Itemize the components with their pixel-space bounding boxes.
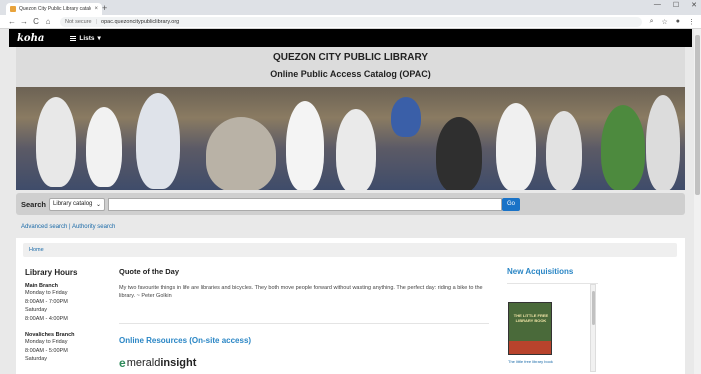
hours-line: Saturday xyxy=(25,307,48,313)
library-header: QUEZON CITY PUBLIC LIBRARY Online Public… xyxy=(16,47,685,87)
profile-avatar-icon[interactable]: ● xyxy=(676,18,680,26)
hours-line: 8:00AM - 5:00PM xyxy=(25,347,68,354)
new-acquisitions-title: New Acquisitions xyxy=(507,267,574,276)
emerald-insight-logo[interactable]: e merald insight xyxy=(119,356,196,370)
address-bar[interactable]: Not secure | opac.quezoncitypubliclibrar… xyxy=(60,16,642,27)
library-subtitle: Online Public Access Catalog (OPAC) xyxy=(270,69,431,79)
search-scope-select[interactable]: Library catalog ⌄ xyxy=(49,197,106,211)
main-content: Home Library Hours Main Branch Monday to… xyxy=(16,238,685,374)
online-resources-title: Online Resources (On-site access) xyxy=(119,336,252,345)
quote-title: Quote of the Day xyxy=(119,267,180,276)
search-label: Search xyxy=(21,199,47,209)
search-scope-value: Library catalog xyxy=(53,201,93,207)
koha-logo[interactable]: koha xyxy=(17,33,44,44)
carousel-scroll-thumb[interactable] xyxy=(592,291,595,325)
library-hours-panel: Library Hours Main Branch Monday to Frid… xyxy=(25,268,115,364)
url-text[interactable]: opac.quezoncitypubliclibrary.org xyxy=(101,19,179,25)
insight-word: insight xyxy=(160,357,197,369)
emerald-e-glyph: e xyxy=(119,356,126,370)
close-tab-icon[interactable]: × xyxy=(94,6,98,12)
hours-line: 8:00AM - 4:00PM xyxy=(25,315,68,322)
quote-text: My two favourite things in life are libr… xyxy=(119,285,483,299)
search-links: Advanced search | Authority search xyxy=(21,224,115,230)
not-secure-label[interactable]: Not secure xyxy=(65,19,92,25)
hours-line: Monday to Friday xyxy=(25,339,68,345)
tab-title: Quezon City Public Library catalo xyxy=(19,6,92,12)
browser-toolbar: ← → C ⌂ Not secure | opac.quezoncitypubl… xyxy=(0,15,701,29)
hours-line: Saturday xyxy=(25,356,48,362)
banner-photo xyxy=(16,87,685,190)
emerald-word: merald xyxy=(126,357,161,369)
toolbar-actions: ⌕ ☆ ● ⋮ xyxy=(650,18,695,26)
lists-menu[interactable]: Lists ▾ xyxy=(70,34,101,42)
menu-kebab-icon[interactable]: ⋮ xyxy=(688,18,695,26)
library-title: QUEZON CITY PUBLIC LIBRARY xyxy=(272,52,428,63)
hours-line: Monday to Friday xyxy=(25,290,68,296)
close-window-icon[interactable]: ✕ xyxy=(691,1,697,9)
breadcrumb: Home xyxy=(23,243,677,257)
home-icon[interactable]: ⌂ xyxy=(42,17,54,26)
maximize-icon[interactable]: ☐ xyxy=(673,1,679,9)
quote-of-the-day: Quote of the Day My two favourite things… xyxy=(119,267,497,300)
breadcrumb-home-link[interactable]: Home xyxy=(29,247,44,253)
forward-icon[interactable]: → xyxy=(18,17,30,26)
divider xyxy=(119,323,489,324)
chevron-down-icon: ▾ xyxy=(97,35,101,42)
address-separator: | xyxy=(95,18,98,25)
koha-navbar: koha Lists ▾ xyxy=(9,29,692,47)
library-hours-title: Library Hours xyxy=(25,268,78,277)
list-icon xyxy=(70,35,77,41)
hours-line: 8:00AM - 7:00PM xyxy=(25,298,68,305)
window-controls: — ☐ ✕ xyxy=(654,1,697,9)
lists-label: Lists xyxy=(79,34,95,42)
browser-tabstrip: Quezon City Public Library catalo × + — … xyxy=(0,0,701,15)
new-acquisitions-carousel: THE LITTLE FREE LIBRARY BOOK The little … xyxy=(507,283,598,373)
bookmark-star-icon[interactable]: ☆ xyxy=(661,18,667,26)
new-tab-button[interactable]: + xyxy=(102,2,107,14)
browser-tab[interactable]: Quezon City Public Library catalo × xyxy=(6,3,102,15)
advanced-search-link[interactable]: Advanced search xyxy=(21,224,67,230)
go-button[interactable]: Go xyxy=(502,197,521,211)
book-title-link[interactable]: The little free library book xyxy=(508,359,553,364)
book-cover-strip xyxy=(509,341,551,354)
koha-favicon-icon xyxy=(10,6,16,12)
page-scrollbar[interactable] xyxy=(694,29,701,374)
minimize-icon[interactable]: — xyxy=(654,1,661,9)
book-cover[interactable]: THE LITTLE FREE LIBRARY BOOK xyxy=(508,302,552,355)
carousel-scrollbar[interactable] xyxy=(590,284,596,372)
reload-icon[interactable]: C xyxy=(30,17,42,26)
search-bar: Search Library catalog ⌄ Go xyxy=(16,193,685,215)
book-cover-title: THE LITTLE FREE LIBRARY BOOK xyxy=(513,313,549,323)
page-scroll-thumb[interactable] xyxy=(695,35,700,195)
search-input[interactable] xyxy=(108,197,503,211)
authority-search-link[interactable]: Authority search xyxy=(72,224,115,230)
back-icon[interactable]: ← xyxy=(6,17,18,26)
zoom-search-icon[interactable]: ⌕ xyxy=(650,18,654,26)
chevron-down-icon: ⌄ xyxy=(96,201,102,208)
